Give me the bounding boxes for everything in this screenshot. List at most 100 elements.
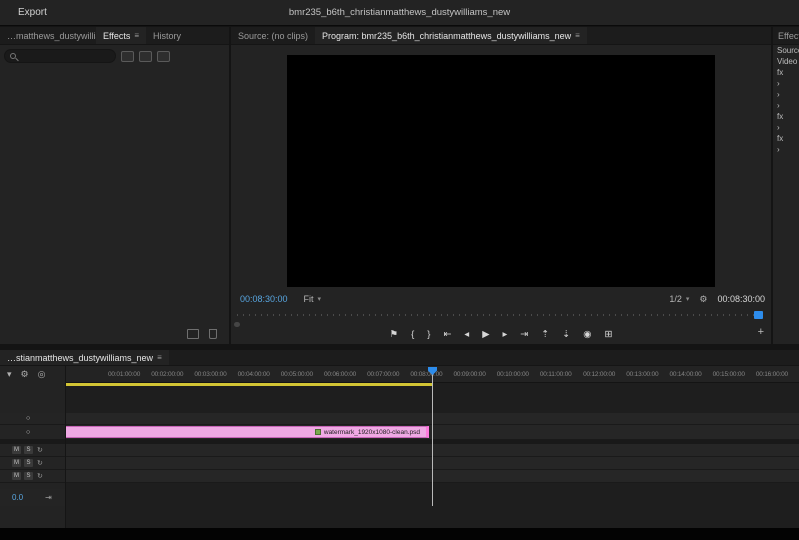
- bit-depth-filter-icon[interactable]: [139, 50, 152, 62]
- timeline-settings-wrench-icon[interactable]: ⚙: [21, 369, 29, 380]
- effect-controls-row[interactable]: ›: [773, 78, 799, 89]
- ruler-tick-label: 00:05:00:00: [280, 371, 313, 378]
- window-bottom-strip: [0, 528, 799, 540]
- accelerated-effects-filter-icon[interactable]: [121, 50, 134, 62]
- delete-icon[interactable]: [209, 329, 217, 339]
- ruler-tick-label: 00:16:00:00: [755, 371, 788, 378]
- effect-controls-row[interactable]: ›: [773, 122, 799, 133]
- monitor-settings-wrench-icon[interactable]: ⚙: [699, 294, 707, 305]
- effect-controls-row-label: fx: [777, 134, 784, 143]
- video-track-v1: ○ watermark_1920x1080-clean.psd: [0, 425, 799, 440]
- effect-controls-row-label: Source: [777, 46, 799, 55]
- audio-master-level[interactable]: 0.0: [12, 493, 23, 502]
- transport-controls: ⚑ { } ⇤ ◂ ▶ ▸ ⇥ ⇡ ⇣ ◉ ⊞: [231, 324, 771, 344]
- playback-resolution-value: 1/2: [669, 294, 682, 304]
- go-to-out-icon[interactable]: ⇥: [520, 329, 528, 340]
- effect-controls-panel: Effect Source Video fx › › ›: [773, 27, 799, 344]
- toggle-track-output-icon[interactable]: ○: [26, 415, 30, 422]
- comparison-view-icon[interactable]: ⊞: [604, 329, 612, 340]
- navigate-end-icon[interactable]: ⇥: [45, 493, 52, 502]
- effect-controls-row-label: ›: [777, 79, 780, 88]
- tab-project[interactable]: …matthews_dustywilliams_new: [0, 27, 96, 44]
- video-track-v2-header: ○: [0, 413, 65, 425]
- audio-track-a2-header: M S ↻: [0, 457, 65, 470]
- effects-panel: …matthews_dustywilliams_new Effects ≡ Hi…: [0, 27, 229, 344]
- effect-controls-row[interactable]: fx: [773, 111, 799, 122]
- playhead-timecode[interactable]: 00:08:30:00: [240, 294, 288, 304]
- effect-controls-row-label: Video: [777, 57, 798, 66]
- sync-lock-icon[interactable]: ↻: [37, 472, 43, 480]
- audio-track-a1: M S ↻: [0, 444, 799, 457]
- yuv-filter-icon[interactable]: [157, 50, 170, 62]
- duration-timecode: 00:08:30:00: [717, 294, 765, 304]
- button-editor-plus-icon[interactable]: +: [758, 326, 764, 338]
- effect-controls-row[interactable]: ›: [773, 144, 799, 155]
- timeline-tab-label: …stianmatthews_dustywilliams_new: [7, 352, 154, 363]
- audio-track-a3-header: M S ↻: [0, 470, 65, 483]
- export-frame-icon[interactable]: ◉: [583, 329, 591, 340]
- timeline-menu-icon[interactable]: ▾: [7, 369, 12, 380]
- tab-project-label: …matthews_dustywilliams_new: [7, 30, 96, 41]
- export-tab[interactable]: Export: [18, 7, 47, 18]
- audio-track-a2: M S ↻: [0, 457, 799, 470]
- mark-out-icon[interactable]: }: [427, 329, 430, 340]
- go-to-in-icon[interactable]: ⇤: [443, 329, 451, 340]
- linked-selection-icon[interactable]: ◎: [38, 369, 46, 380]
- mute-track-button[interactable]: M: [12, 446, 21, 454]
- tab-program-monitor[interactable]: Program: bmr235_b6th_christianmatthews_d…: [315, 27, 587, 44]
- panel-menu-icon[interactable]: ≡: [134, 31, 139, 40]
- tab-effect-controls-label[interactable]: Effect: [778, 31, 799, 41]
- zoom-level-select[interactable]: Fit ▾: [304, 294, 322, 304]
- play-icon[interactable]: ▶: [482, 329, 489, 340]
- timeline-clip-watermark[interactable]: watermark_1920x1080-clean.psd: [65, 426, 429, 438]
- mute-track-button[interactable]: M: [12, 472, 21, 480]
- mute-track-button[interactable]: M: [12, 459, 21, 467]
- effect-controls-row-label: ›: [777, 101, 780, 110]
- toggle-track-output-icon[interactable]: ○: [26, 429, 30, 436]
- solo-track-button[interactable]: S: [24, 446, 33, 454]
- ruler-tick-label: 00:02:00:00: [151, 371, 184, 378]
- monitor-scrubber[interactable]: [237, 310, 765, 320]
- panel-menu-icon[interactable]: ≡: [157, 353, 162, 362]
- ruler-tick-label: 00:15:00:00: [712, 371, 745, 378]
- step-forward-icon[interactable]: ▸: [503, 329, 508, 340]
- step-back-icon[interactable]: ◂: [464, 329, 469, 340]
- solo-track-button[interactable]: S: [24, 459, 33, 467]
- effect-controls-row[interactable]: ›: [773, 100, 799, 111]
- tab-effects-label: Effects: [103, 30, 131, 41]
- scrubber-playhead[interactable]: [754, 311, 763, 319]
- panel-menu-icon[interactable]: ≡: [575, 31, 580, 40]
- new-custom-bin-icon[interactable]: [187, 329, 199, 339]
- effect-controls-row[interactable]: ›: [773, 89, 799, 100]
- effect-controls-row[interactable]: fx: [773, 67, 799, 78]
- mark-in-icon[interactable]: {: [411, 329, 414, 340]
- ruler-tick-label: 00:14:00:00: [669, 371, 702, 378]
- effect-controls-row[interactable]: fx: [773, 133, 799, 144]
- program-monitor-panel: Source: (no clips) Program: bmr235_b6th_…: [231, 27, 771, 344]
- tab-timeline-sequence[interactable]: …stianmatthews_dustywilliams_new ≡: [0, 350, 169, 365]
- effect-controls-row-label: ›: [777, 123, 780, 132]
- scrubber-track[interactable]: [237, 314, 765, 316]
- ruler-tick-label: 00:01:00:00: [108, 371, 141, 378]
- effects-search-input[interactable]: [4, 49, 116, 63]
- search-icon: [10, 53, 16, 59]
- ruler-tick-label: 00:03:00:00: [194, 371, 227, 378]
- tab-history[interactable]: History: [146, 27, 188, 44]
- tab-effects[interactable]: Effects ≡: [96, 27, 147, 44]
- ruler-tick-label: 00:04:00:00: [237, 371, 270, 378]
- timeline-playhead-line[interactable]: [432, 367, 433, 506]
- effect-controls-tabbar: Effect: [773, 27, 799, 45]
- sync-lock-icon[interactable]: ↻: [37, 446, 43, 454]
- sync-lock-icon[interactable]: ↻: [37, 459, 43, 467]
- add-marker-icon[interactable]: ⚑: [390, 329, 399, 340]
- effect-controls-row-label: ›: [777, 145, 780, 154]
- solo-track-button[interactable]: S: [24, 472, 33, 480]
- effect-controls-row[interactable]: Source: [773, 45, 799, 56]
- effect-controls-row[interactable]: Video: [773, 56, 799, 67]
- playback-resolution-select[interactable]: 1/2 ▾: [669, 294, 689, 304]
- extract-icon[interactable]: ⇣: [562, 329, 570, 340]
- audio-track-a1-header: M S ↻: [0, 444, 65, 457]
- effect-controls-list: Source Video fx › › › fx: [773, 45, 799, 155]
- tab-source-monitor[interactable]: Source: (no clips): [231, 27, 315, 44]
- lift-icon[interactable]: ⇡: [541, 329, 549, 340]
